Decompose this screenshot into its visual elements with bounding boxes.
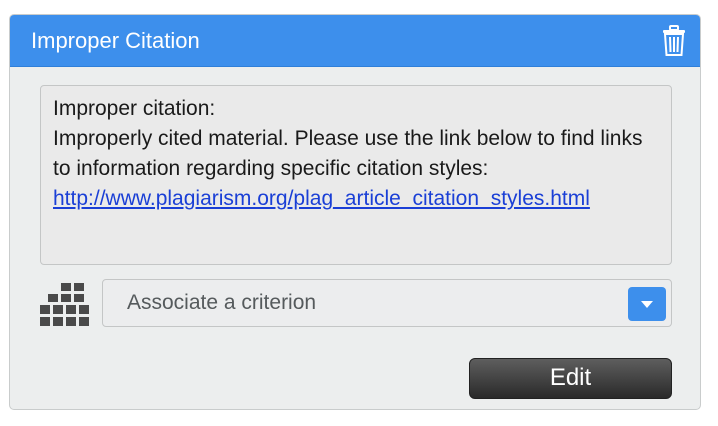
citation-styles-link[interactable]: http://www.plagiarism.org/plag_article_c… xyxy=(53,187,590,210)
card-title: Improper Citation xyxy=(31,28,200,53)
edit-button[interactable]: Edit xyxy=(469,358,672,399)
grid-icon xyxy=(40,283,92,327)
comment-card: Improper Citation Improper citation: Imp… xyxy=(9,14,701,410)
criterion-select[interactable]: Associate a criterion xyxy=(102,279,672,327)
trash-icon[interactable] xyxy=(662,25,686,57)
criterion-select-placeholder: Associate a criterion xyxy=(127,291,317,314)
card-header: Improper Citation xyxy=(10,15,700,67)
comment-heading: Improper citation: xyxy=(53,97,216,120)
chevron-down-icon[interactable] xyxy=(628,287,666,321)
comment-text-box: Improper citation: Improperly cited mate… xyxy=(40,85,672,265)
comment-body: Improperly cited material. Please use th… xyxy=(53,127,643,180)
